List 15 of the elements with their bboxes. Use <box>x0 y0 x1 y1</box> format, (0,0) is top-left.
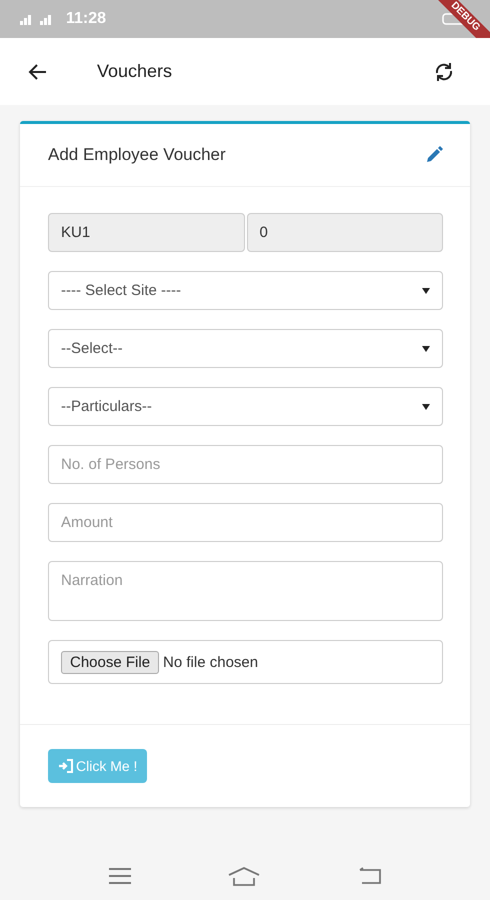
status-time: 11:28 <box>66 10 106 28</box>
card-title: Add Employee Voucher <box>48 145 226 165</box>
file-input[interactable]: Choose File No file chosen <box>48 640 443 684</box>
login-icon <box>58 759 74 773</box>
readonly-field: 0 <box>246 213 443 252</box>
select-dropdown[interactable]: --Select-- <box>48 329 443 368</box>
file-status: No file chosen <box>163 654 258 670</box>
choose-file-button[interactable]: Choose File <box>61 650 160 674</box>
select-dropdown[interactable]: ---- Select Site ---- <box>48 271 443 310</box>
menu-icon[interactable] <box>108 867 132 885</box>
home-icon[interactable] <box>226 866 261 886</box>
page-title: Vouchers <box>97 61 172 82</box>
select-dropdown[interactable]: --Particulars-- <box>48 387 443 426</box>
pencil-icon[interactable] <box>424 145 444 165</box>
readonly-field: KU1 <box>48 213 244 252</box>
